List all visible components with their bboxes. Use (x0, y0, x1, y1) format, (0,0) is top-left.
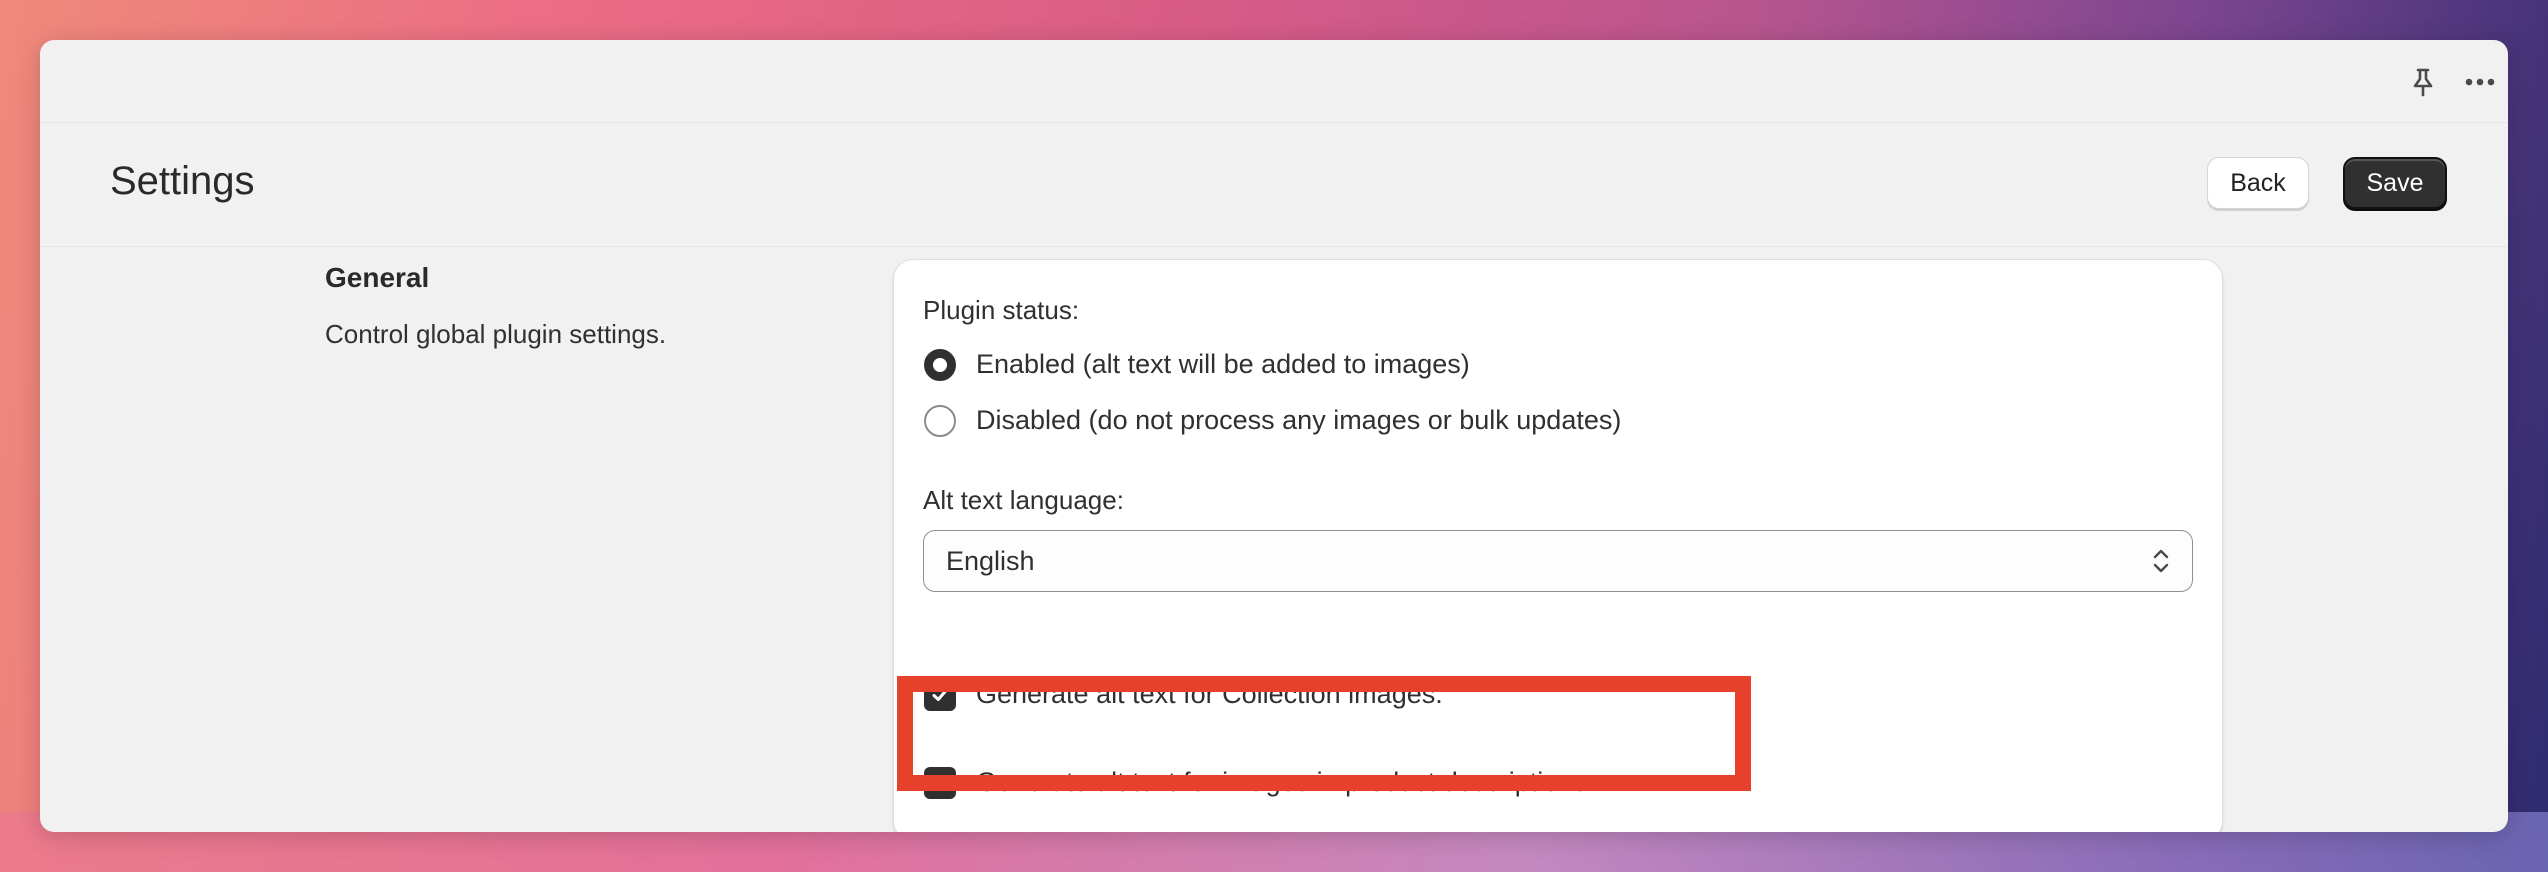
language-select[interactable]: English (923, 530, 2193, 592)
checkmark-icon (932, 689, 948, 701)
radio-enabled-label[interactable]: Enabled (alt text will be added to image… (976, 349, 1470, 380)
back-button[interactable]: Back (2207, 157, 2309, 209)
pin-icon[interactable] (2403, 62, 2443, 102)
language-label: Alt text language: (923, 485, 1124, 515)
checkbox-collection-images[interactable] (924, 679, 956, 711)
page-header: Settings Back Save (40, 123, 2508, 247)
radio-disabled[interactable] (924, 405, 956, 437)
app-window: Settings Back Save General Control globa… (40, 40, 2508, 832)
save-button[interactable]: Save (2343, 157, 2447, 209)
section-heading: General (325, 262, 430, 293)
language-select-value: English (946, 546, 1035, 576)
checkbox-collection-images-label[interactable]: Generate alt text for Collection images. (976, 679, 1443, 710)
top-bar (40, 40, 2508, 123)
checkbox-product-description-images[interactable] (924, 767, 956, 799)
page-title: Settings (110, 159, 255, 203)
plugin-status-label: Plugin status: (923, 295, 1080, 325)
select-chevrons-icon (2150, 546, 2172, 576)
more-horizontal-icon[interactable] (2460, 62, 2500, 102)
checkmark-icon (932, 777, 948, 789)
radio-disabled-label[interactable]: Disabled (do not process any images or b… (976, 405, 1621, 436)
checkbox-product-description-images-label[interactable]: Generate alt text for images in product … (976, 767, 1594, 798)
settings-card: Plugin status: Enabled (alt text will be… (893, 259, 2223, 832)
section-description: Control global plugin settings. (325, 319, 667, 349)
radio-enabled[interactable] (924, 349, 956, 381)
